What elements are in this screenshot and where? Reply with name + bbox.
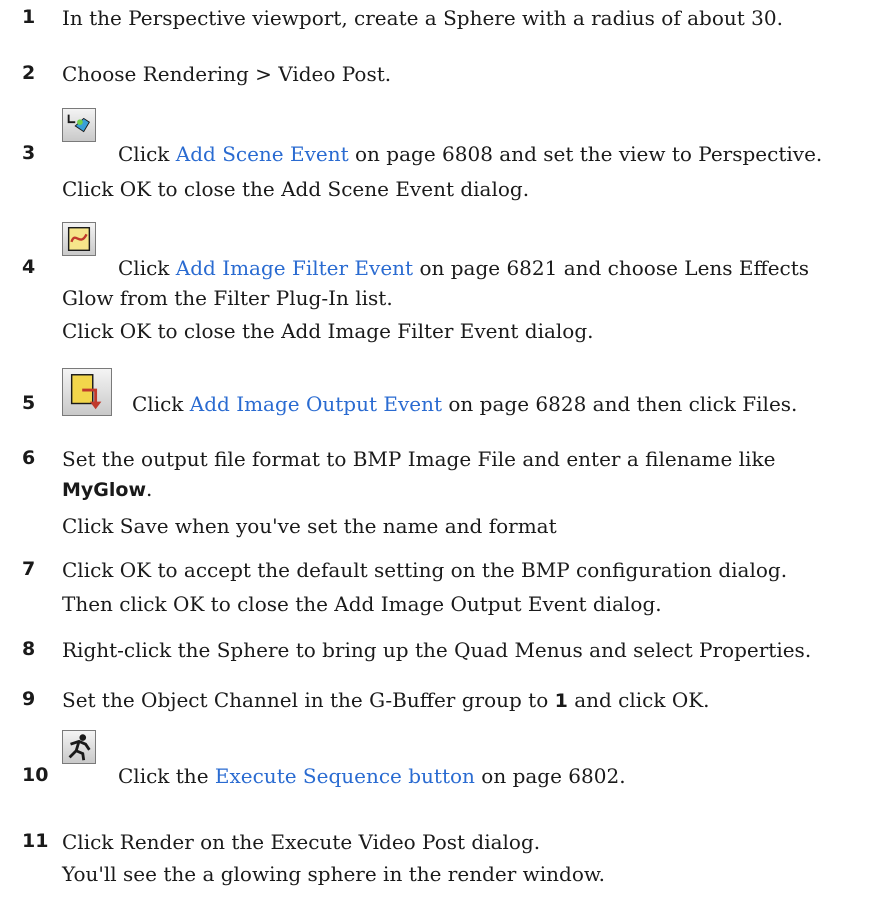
step-number: 4 <box>22 256 36 278</box>
filename-value: MyGlow <box>62 479 147 501</box>
step-text: Choose Rendering > Video Post. <box>62 62 392 86</box>
step-text-continued: Glow from the Filter Plug-In list. <box>62 286 393 310</box>
step-text: Click the Execute Sequence button on pag… <box>118 764 626 788</box>
step-note: Click OK to close the Add Image Filter E… <box>62 319 594 343</box>
step-text: Click Add Image Output Event on page 682… <box>132 392 798 416</box>
add-scene-event-icon <box>62 108 96 142</box>
step-note: You'll see the a glowing sphere in the r… <box>62 862 605 886</box>
step-text: Click OK to accept the default setting o… <box>62 558 788 582</box>
step-text: Set the output file format to BMP Image … <box>62 447 776 471</box>
add-image-filter-event-link[interactable]: Add Image Filter Event <box>176 256 413 280</box>
step-text: Click Add Scene Event on page 6808 and s… <box>118 142 823 166</box>
step-number: 2 <box>22 62 36 84</box>
object-channel-value: 1 <box>554 690 568 712</box>
add-image-filter-event-icon <box>62 222 96 256</box>
add-image-output-event-link[interactable]: Add Image Output Event <box>190 392 442 416</box>
step-number: 10 <box>22 764 49 786</box>
step-text: Click Render on the Execute Video Post d… <box>62 830 541 854</box>
step-text: Right-click the Sphere to bring up the Q… <box>62 638 812 662</box>
step-number: 1 <box>22 6 36 28</box>
step-number: 3 <box>22 142 36 164</box>
step-number: 7 <box>22 558 36 580</box>
step-text: Set the Object Channel in the G-Buffer g… <box>62 688 710 712</box>
step-number: 5 <box>22 392 36 414</box>
execute-sequence-icon <box>62 730 96 764</box>
step-text: Click Add Image Filter Event on page 682… <box>118 256 810 280</box>
step-note: Click Save when you've set the name and … <box>62 514 557 538</box>
step-number: 9 <box>22 688 36 710</box>
step-note: Click OK to close the Add Scene Event di… <box>62 177 530 201</box>
step-text-continued: MyGlow. <box>62 477 153 501</box>
step-number: 6 <box>22 447 36 469</box>
step-number: 11 <box>22 830 49 852</box>
step-text: In the Perspective viewport, create a Sp… <box>62 6 783 30</box>
add-scene-event-link[interactable]: Add Scene Event <box>176 142 349 166</box>
execute-sequence-link[interactable]: Execute Sequence button <box>215 764 475 788</box>
step-note: Then click OK to close the Add Image Out… <box>62 592 662 616</box>
step-number: 8 <box>22 638 36 660</box>
add-image-output-event-icon <box>62 368 112 416</box>
